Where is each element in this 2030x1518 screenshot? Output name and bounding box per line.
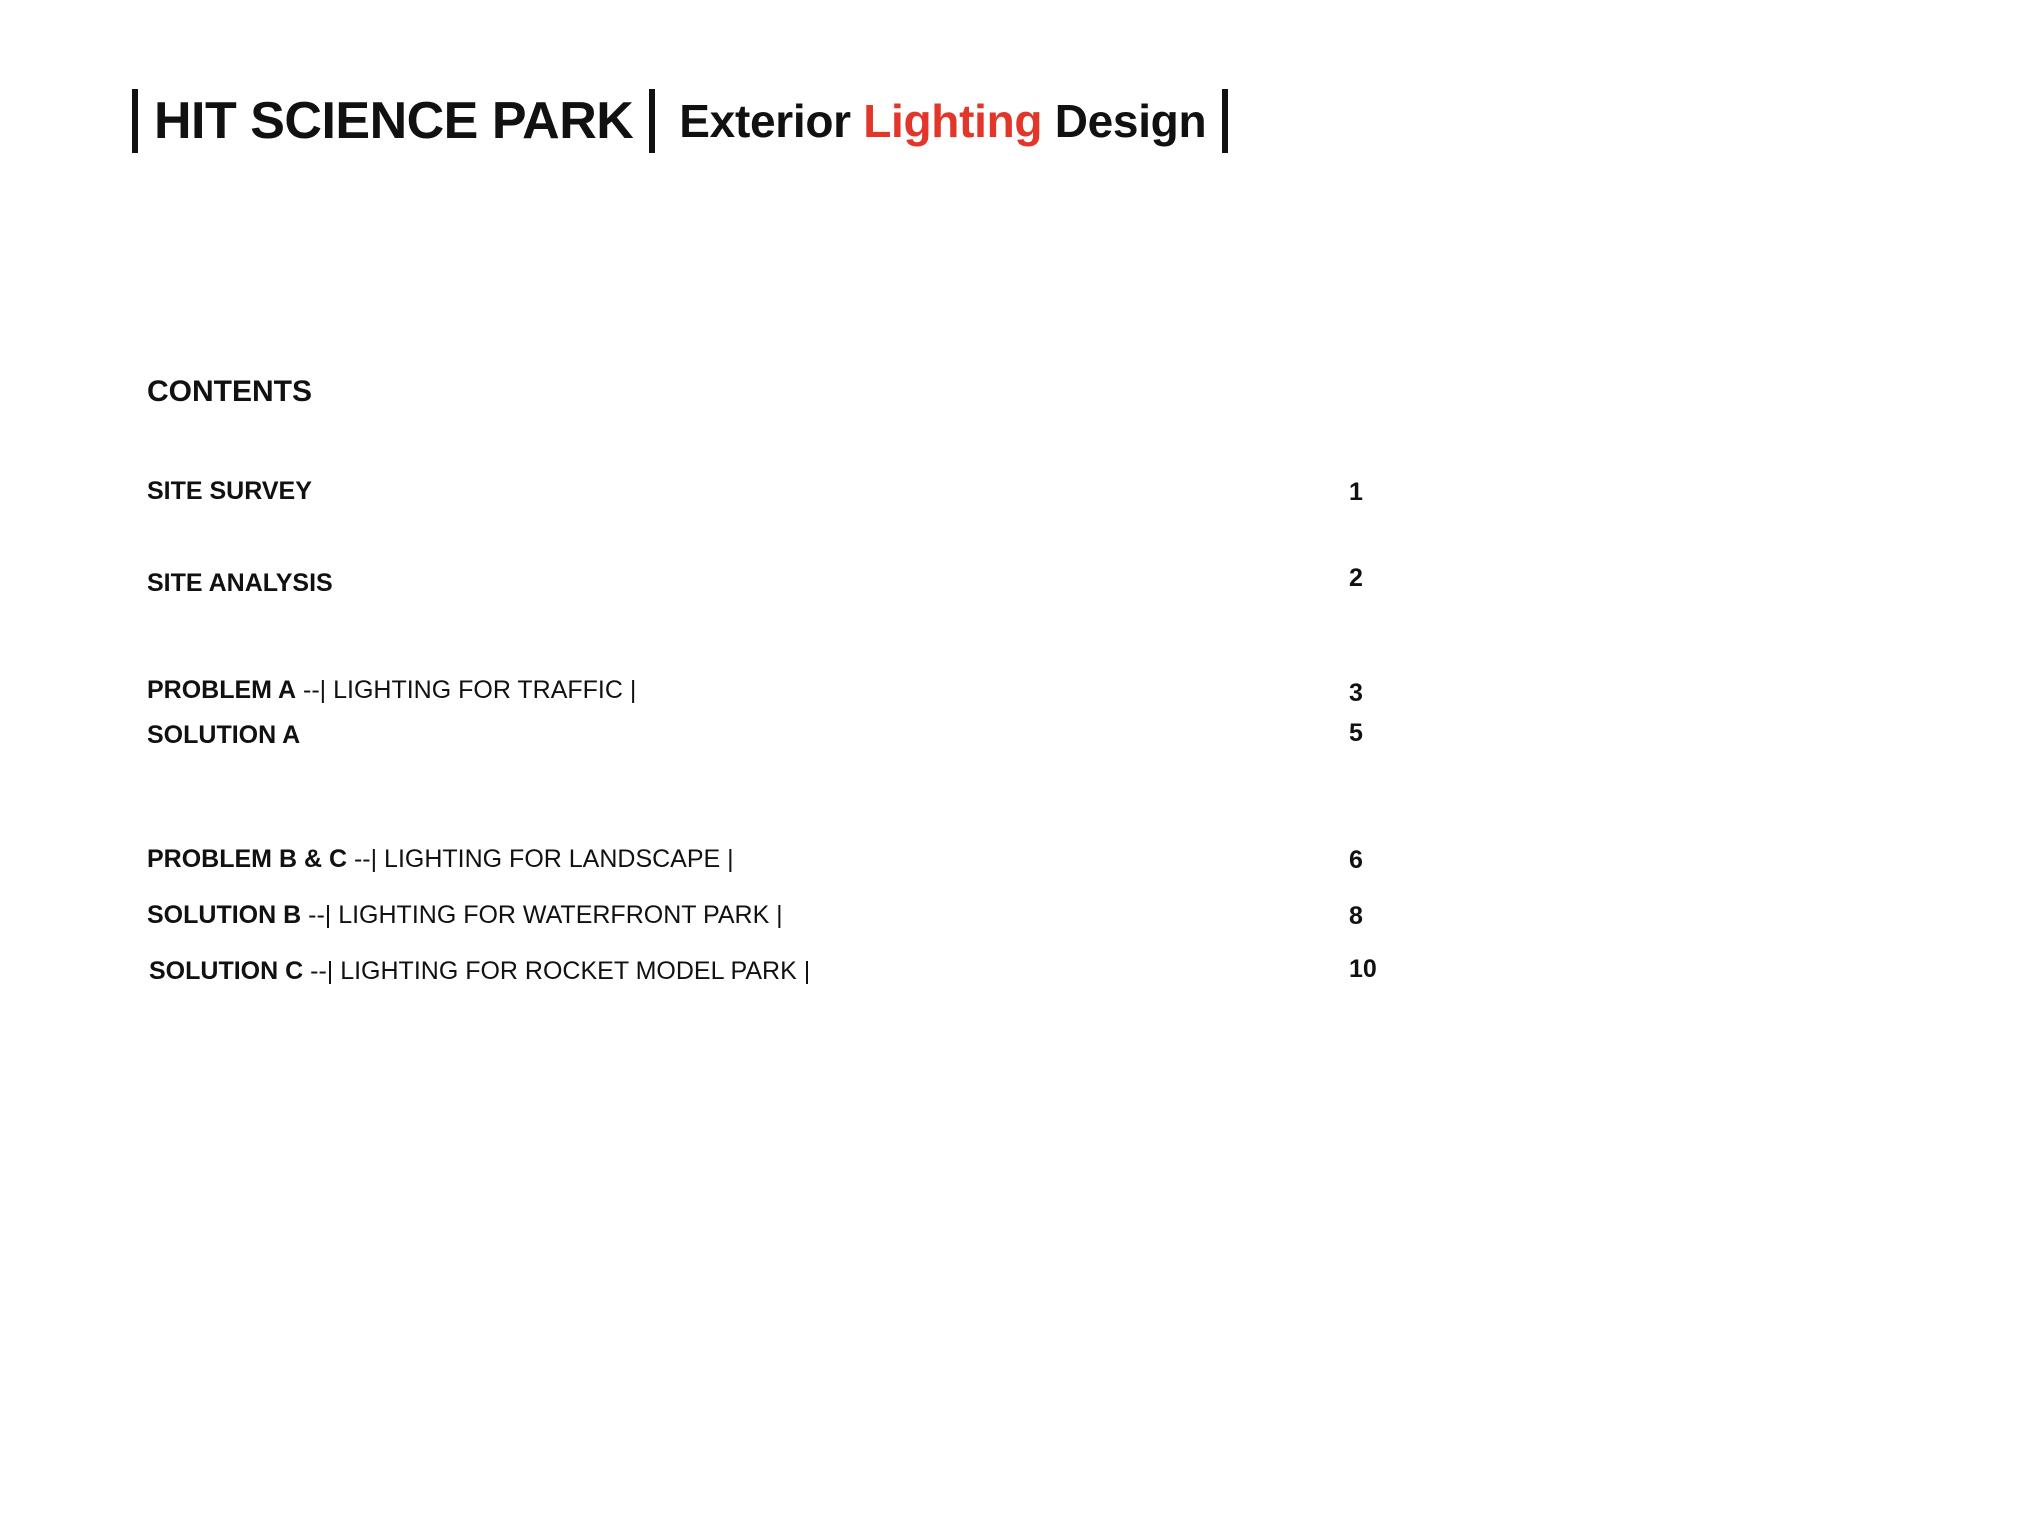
toc-entry-solution-a: SOLUTION A	[147, 723, 300, 748]
toc-page-number: 3	[1349, 679, 1363, 707]
toc-entry-detail: --| LIGHTING FOR LANDSCAPE |	[347, 845, 734, 873]
toc-entry-detail: --| LIGHTING FOR WATERFRONT PARK |	[301, 901, 783, 929]
document-header: HIT SCIENCE PARK Exterior Lighting Desig…	[132, 88, 1229, 154]
toc-entry-title: SOLUTION A	[147, 721, 301, 749]
toc-entry-site-analysis: SITE ANALYSIS	[147, 571, 333, 596]
toc-entry-title: PROBLEM A	[147, 676, 297, 704]
toc-page-number: 2	[1349, 564, 1363, 592]
toc-page-number: 8	[1349, 902, 1363, 930]
toc-entry-title: SOLUTION B	[147, 901, 302, 929]
toc-entry-title: PROBLEM B & C	[147, 845, 347, 873]
subtitle-word-exterior: Exterior	[679, 95, 851, 147]
toc-entry-title: SITE SURVEY	[147, 477, 312, 505]
toc-entry-title: SOLUTION C	[149, 957, 304, 985]
header-divider-middle	[649, 89, 656, 153]
toc-page-number: 10	[1349, 955, 1377, 983]
subtitle-word-design: Design	[1054, 95, 1207, 147]
toc-entry-detail: --| LIGHTING FOR TRAFFIC |	[296, 676, 637, 704]
toc-entry-solution-b: SOLUTION B --| LIGHTING FOR WATERFRONT P…	[147, 903, 783, 928]
toc-entry-problem-a: PROBLEM A --| LIGHTING FOR TRAFFIC |	[147, 678, 636, 703]
header-divider-left	[132, 89, 138, 153]
document-page: HIT SCIENCE PARK Exterior Lighting Desig…	[0, 0, 2030, 1518]
toc-page-number: 1	[1349, 478, 1363, 506]
toc-page-number: 6	[1349, 846, 1363, 874]
toc-entry-site-survey: SITE SURVEY	[147, 479, 312, 504]
toc-entry-title: SITE ANALYSIS	[147, 569, 333, 597]
toc-entry-detail: --| LIGHTING FOR ROCKET MODEL PARK |	[303, 957, 811, 985]
toc-entry-solution-c: SOLUTION C --| LIGHTING FOR ROCKET MODEL…	[149, 959, 810, 984]
toc-entry-problem-b-c: PROBLEM B & C --| LIGHTING FOR LANDSCAPE…	[147, 847, 734, 872]
subtitle-word-lighting: Lighting	[863, 95, 1043, 147]
toc-page-number: 5	[1349, 719, 1363, 747]
contents-heading: CONTENTS	[147, 375, 312, 408]
park-title: HIT SCIENCE PARK	[154, 92, 634, 150]
document-subtitle: Exterior Lighting Design	[679, 98, 1206, 144]
header-divider-right	[1222, 89, 1229, 153]
